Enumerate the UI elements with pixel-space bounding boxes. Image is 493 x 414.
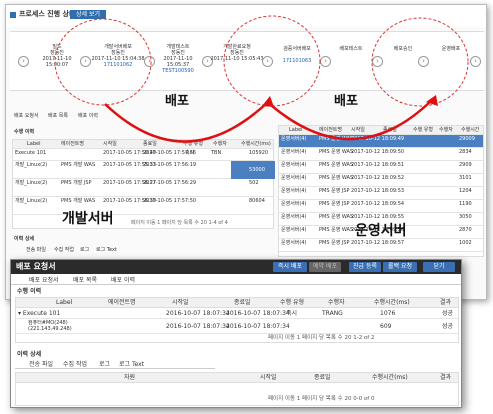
front-tabs: 배포 요청서 배포 목록 배포 이력 bbox=[11, 275, 461, 285]
annotation-deploy-left: 배포 bbox=[165, 94, 189, 109]
tab-deploy-list[interactable]: 배포 목록 bbox=[73, 277, 97, 284]
cell-end: 2016-10-07 18:07:34 bbox=[226, 310, 290, 317]
col-end: 종료일 bbox=[234, 299, 251, 306]
cell-label: 컴퓨터#MO(248) (221.143.49.248) bbox=[28, 320, 72, 332]
col-result: 결과 bbox=[440, 299, 452, 306]
annotation-prod-server: 운영서버 bbox=[355, 223, 407, 239]
cell-start: 2016-10-07 18:07:34 bbox=[166, 323, 230, 330]
col-resource: 자원 bbox=[124, 374, 136, 381]
col-start: 시작일 bbox=[172, 299, 189, 306]
close-button[interactable]: 닫기 bbox=[423, 262, 455, 272]
annotation-dev-server: 개발서버 bbox=[62, 211, 114, 227]
cell-ms: 609 bbox=[380, 323, 392, 330]
col-result: 결과 bbox=[440, 374, 452, 381]
col-start: 시작일 bbox=[260, 374, 277, 381]
col-agent: 에이전트명 bbox=[108, 299, 136, 306]
cell-ms: 1076 bbox=[380, 310, 396, 317]
tab-sent-files[interactable]: 전송 파일 bbox=[29, 361, 53, 368]
rollback-request-button[interactable]: 롤백 요청 bbox=[383, 262, 417, 272]
col-user: 수행자 bbox=[328, 299, 345, 306]
tab-log-text[interactable]: 로그 Text bbox=[119, 361, 144, 368]
cell-label: ▾ Execute 101 bbox=[18, 310, 61, 317]
deploy-now-button[interactable]: 즉시 배포 bbox=[273, 262, 307, 272]
table-row[interactable]: 컴퓨터#MO(248) (221.143.49.248) 2016-10-07 … bbox=[16, 320, 458, 334]
cell-end: 2016-10-07 18:07:34 bbox=[226, 323, 290, 330]
deploy-request-header: 배포 요청서 즉시 배포 예약 배포 진급 등록 롤백 요청 닫기 bbox=[11, 260, 461, 274]
execution-history-title: 수행 이력 bbox=[17, 288, 42, 295]
col-end: 종료일 bbox=[314, 374, 331, 381]
schedule-deploy-button[interactable]: 예약 배포 bbox=[309, 262, 341, 272]
tab-deploy-request[interactable]: 배포 요청서 bbox=[29, 277, 59, 284]
col-label: Label bbox=[56, 299, 73, 306]
highlight-circle-verify-deploy bbox=[223, 15, 321, 107]
cell-start: 2016-10-07 18:07:34 bbox=[166, 310, 230, 317]
table-header: Label 에이전트명 시작일 종료일 수행 유형 수행자 수행시간(ms) 결… bbox=[16, 298, 458, 308]
front-detail-tabs: 전송 파일 수집 작업 로그 로그 Text bbox=[15, 360, 215, 369]
promote-register-button[interactable]: 진급 등록 bbox=[349, 262, 381, 272]
cell-result: 성공 bbox=[442, 310, 454, 317]
col-ms: 수행시간(ms) bbox=[372, 374, 408, 381]
front-pager[interactable]: 페이지 이동 1 페이지 당 목록 수 20 1-2 of 2 bbox=[268, 334, 375, 343]
cell-user: TRANG bbox=[322, 310, 343, 317]
highlight-circle-prod-deploy bbox=[371, 17, 469, 107]
cell-type: 즉시 bbox=[286, 310, 298, 317]
tab-log[interactable]: 로그 bbox=[99, 361, 110, 368]
table-header: 자원 시작일 종료일 수행시간(ms) 결과 bbox=[16, 373, 458, 383]
tab-deploy-history[interactable]: 배포 이력 bbox=[111, 277, 135, 284]
front-detail-table: 자원 시작일 종료일 수행시간(ms) 결과 페이지 이동 1 페이지 당 목록… bbox=[15, 372, 459, 406]
annotation-deploy-right: 배포 bbox=[334, 94, 358, 109]
detail-section-title: 이력 상세 bbox=[17, 351, 42, 358]
deploy-request-title: 배포 요청서 bbox=[16, 262, 56, 271]
table-row[interactable]: ▾ Execute 101 2016-10-07 18:07:34 2016-1… bbox=[16, 309, 458, 319]
front-window: 배포 요청서 즉시 배포 예약 배포 진급 등록 롤백 요청 닫기 배포 요청서… bbox=[10, 259, 462, 408]
arrow-head-icon bbox=[262, 96, 274, 107]
tab-collect-jobs[interactable]: 수집 작업 bbox=[63, 361, 87, 368]
col-ms: 수행시간(ms) bbox=[374, 299, 410, 306]
col-type: 수행 유형 bbox=[280, 299, 304, 306]
front-history-table: Label 에이전트명 시작일 종료일 수행 유형 수행자 수행시간(ms) 결… bbox=[15, 297, 459, 343]
detail-pager[interactable]: 페이지 이동 1 페이지 당 목록 수 20 0-0 of 0 bbox=[268, 395, 375, 404]
cell-result: 성공 bbox=[442, 323, 454, 330]
highlight-circle-dev-deploy bbox=[54, 18, 152, 106]
